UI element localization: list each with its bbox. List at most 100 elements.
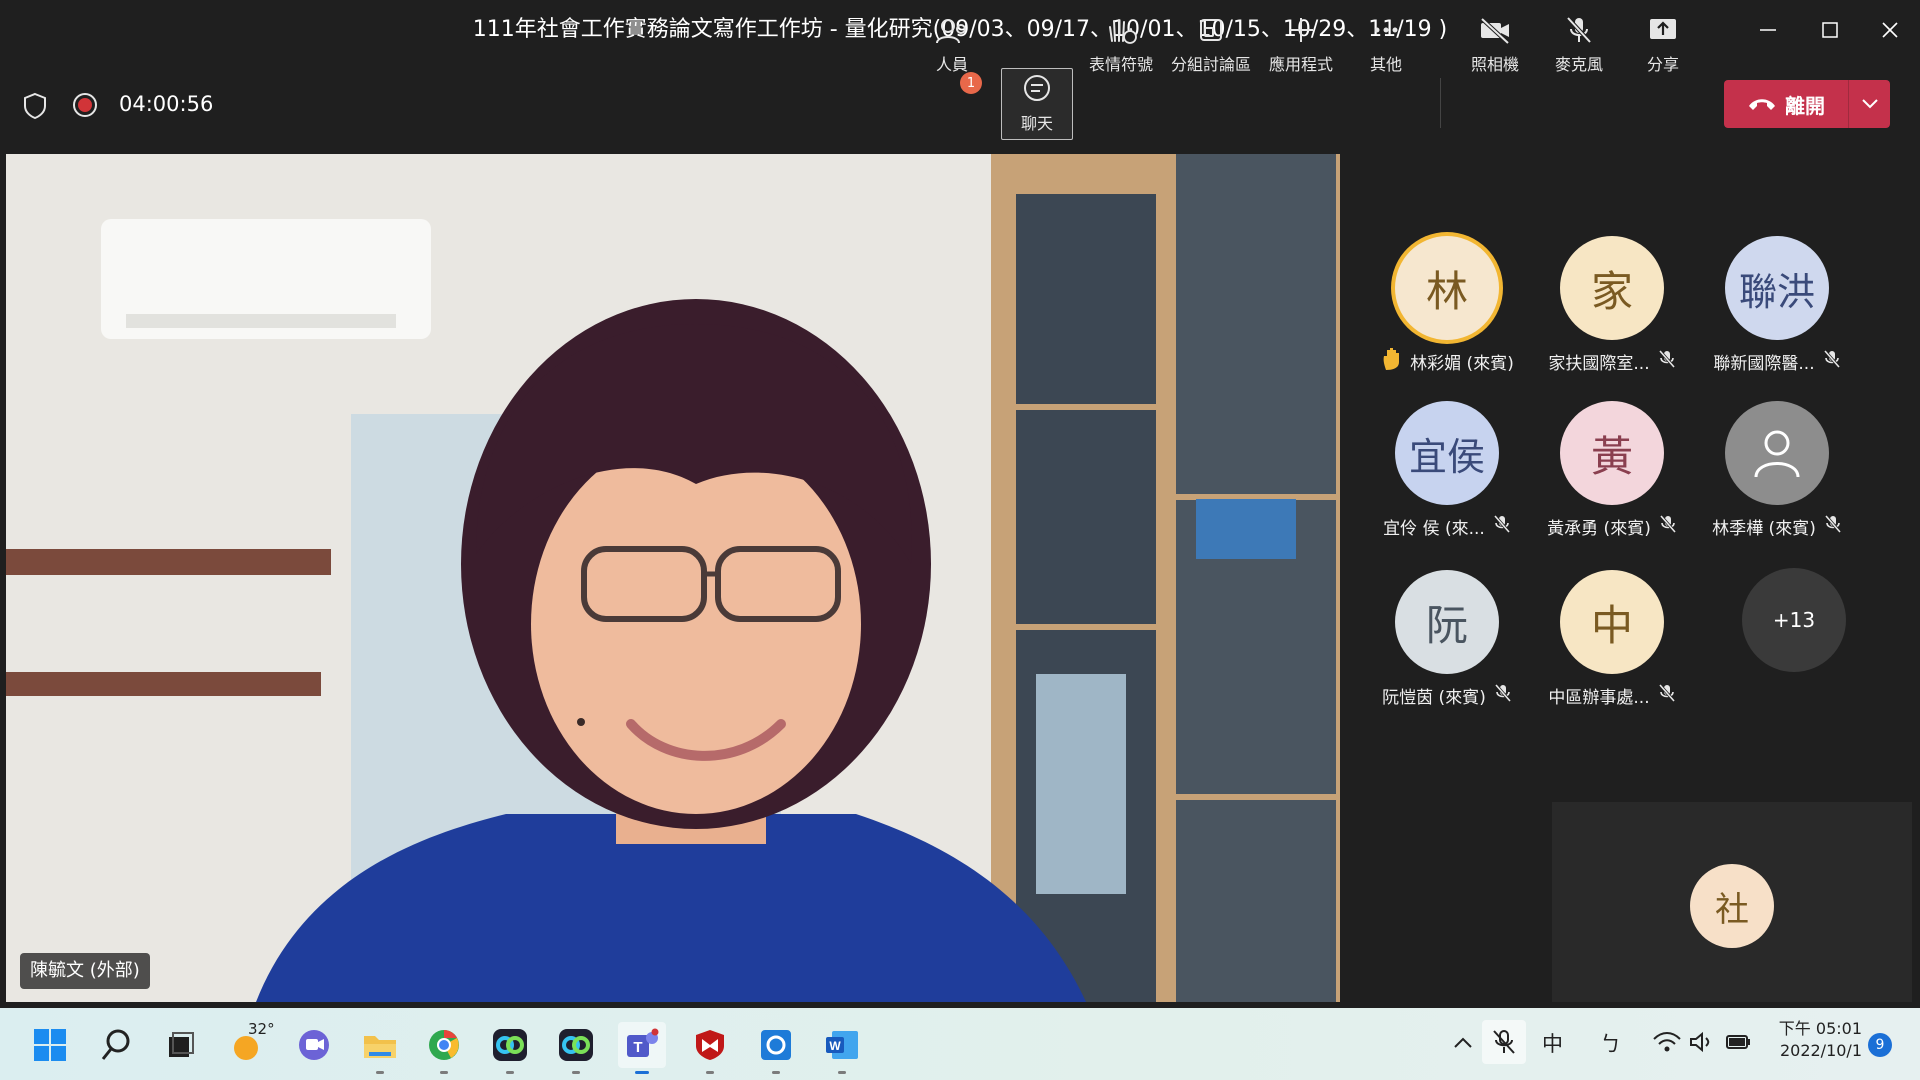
camera-label: 照相機 xyxy=(1470,55,1519,74)
participant-tile[interactable]: 中中區辦事處... xyxy=(1537,564,1687,714)
muted-mic-icon xyxy=(1659,514,1677,539)
muted-mic-icon xyxy=(1494,683,1512,708)
word-icon: W xyxy=(826,1031,858,1059)
speaker-name-label: 陳毓文 (外部) xyxy=(20,953,150,989)
chevron-up-icon xyxy=(1454,1037,1472,1048)
show-hidden-icons-button[interactable] xyxy=(1452,1034,1474,1054)
participant-name-row: 家扶國際室... xyxy=(1537,348,1687,374)
volume-icon[interactable] xyxy=(1688,1030,1714,1058)
teams-app[interactable]: T xyxy=(618,1022,666,1074)
microphone-off-icon xyxy=(1566,16,1592,44)
muted-mic-icon xyxy=(1823,349,1841,374)
mcafee-shield-icon xyxy=(696,1030,724,1060)
toolbar-divider xyxy=(1440,78,1441,128)
chrome-app[interactable] xyxy=(420,1022,468,1074)
microphone-label: 麥克風 xyxy=(1554,55,1603,74)
more-button[interactable]: 其他 xyxy=(1354,10,1418,80)
participant-name: 黃承勇 (來賓) xyxy=(1547,518,1651,539)
camera-off-icon xyxy=(1480,17,1510,45)
taskbar-clock[interactable]: 下午 05:01 2022/10/1 xyxy=(1762,1018,1862,1062)
participant-name-row: 林季樺 (來賓) xyxy=(1702,513,1852,539)
participant-tile[interactable]: 宜侯 宜伶 侯 (來... xyxy=(1372,395,1522,545)
participant-tile[interactable]: 黃黃承勇 (來賓) xyxy=(1537,395,1687,545)
start-button[interactable] xyxy=(26,1022,74,1068)
search-button[interactable] xyxy=(92,1022,140,1068)
microphone-button[interactable]: 麥克風 xyxy=(1546,10,1612,80)
chat-button[interactable]: 聊天 xyxy=(1001,68,1073,140)
running-indicator xyxy=(572,1071,580,1074)
participant-tile[interactable]: 阮阮愷茵 (來賓) xyxy=(1372,564,1522,714)
chat-label: 聊天 xyxy=(1020,114,1053,133)
close-icon xyxy=(1882,22,1898,38)
apps-button[interactable]: 應用程式 xyxy=(1262,10,1340,80)
running-indicator xyxy=(706,1071,714,1074)
notification-badge[interactable]: 9 xyxy=(1868,1033,1892,1057)
settings-app[interactable] xyxy=(752,1022,800,1074)
participant-name-row: 林彩媚 (來賓) xyxy=(1372,346,1522,377)
leave-button-group: 離開 xyxy=(1724,80,1890,128)
running-indicator xyxy=(440,1071,448,1074)
leave-label: 離開 xyxy=(1785,93,1825,118)
muted-mic-icon xyxy=(1824,514,1842,539)
share-button[interactable]: 分享 xyxy=(1630,10,1696,80)
reactions-button[interactable]: 表情符號 xyxy=(1082,10,1160,80)
ime-mode-indicator[interactable]: ㄅ xyxy=(1600,1028,1621,1058)
reactions-label: 表情符號 xyxy=(1088,55,1153,74)
mcafee-app[interactable] xyxy=(686,1022,734,1074)
more-participants-button[interactable]: +13 xyxy=(1742,568,1846,672)
leave-button[interactable]: 離開 xyxy=(1724,80,1848,128)
file-explorer-app[interactable] xyxy=(356,1022,404,1074)
participant-tile[interactable]: 聯洪聯新國際醫... xyxy=(1702,230,1852,380)
self-avatar: 社 xyxy=(1690,864,1774,948)
clock-date: 2022/10/1 xyxy=(1779,1041,1862,1060)
people-label: 人員 xyxy=(935,55,968,74)
running-indicator xyxy=(376,1071,384,1074)
teams-icon: T xyxy=(627,1028,659,1057)
battery-icon[interactable] xyxy=(1724,1030,1754,1058)
participant-avatar: 阮 xyxy=(1395,570,1499,674)
breakout-rooms-button[interactable]: 分組討論區 xyxy=(1168,10,1254,80)
participant-name: 聯新國際醫... xyxy=(1713,353,1815,374)
tray-mic-muted[interactable] xyxy=(1482,1020,1526,1064)
leave-options-button[interactable] xyxy=(1848,80,1891,128)
chat-icon xyxy=(1024,75,1050,101)
webex-app-2[interactable] xyxy=(552,1022,600,1074)
participant-name: 家扶國際室... xyxy=(1548,353,1650,374)
ime-indicator[interactable]: 中 xyxy=(1542,1028,1563,1058)
task-view-button[interactable] xyxy=(156,1022,204,1068)
svg-text:W: W xyxy=(829,1039,841,1053)
close-button[interactable] xyxy=(1860,0,1920,60)
participant-name-row: 阮愷茵 (來賓) xyxy=(1372,682,1522,708)
participant-tile[interactable]: 林季樺 (來賓) xyxy=(1702,395,1852,545)
chevron-down-icon xyxy=(1862,99,1878,109)
participant-avatar: 聯洪 xyxy=(1725,236,1829,340)
camera-button[interactable]: 照相機 xyxy=(1462,10,1528,80)
svg-text:T: T xyxy=(633,1039,642,1056)
maximize-icon xyxy=(1822,22,1838,38)
participant-tile[interactable]: 林林彩媚 (來賓) xyxy=(1372,230,1522,380)
participant-name: 宜伶 侯 (來... xyxy=(1383,518,1485,539)
webex-icon xyxy=(559,1029,593,1061)
breakout-rooms-icon xyxy=(1200,19,1222,41)
shield-icon[interactable] xyxy=(22,92,48,124)
chat-app-icon xyxy=(299,1030,329,1060)
raised-hand-icon xyxy=(1380,346,1404,377)
windows-logo-icon xyxy=(34,1029,66,1061)
wifi-icon[interactable] xyxy=(1652,1030,1682,1058)
participant-tile[interactable]: 家家扶國際室... xyxy=(1537,230,1687,380)
webex-app-1[interactable] xyxy=(486,1022,534,1074)
windows-taskbar xyxy=(0,1008,1920,1080)
apps-label: 應用程式 xyxy=(1268,55,1333,74)
people-button[interactable]: 人員 xyxy=(920,10,984,80)
teams-chat-app[interactable] xyxy=(290,1022,338,1068)
meeting-timer: 04:00:56 xyxy=(119,92,214,116)
speaker-video-frame xyxy=(6,154,1340,1002)
webex-icon xyxy=(493,1029,527,1061)
participant-name-row: 聯新國際醫... xyxy=(1702,348,1852,374)
app-icon xyxy=(761,1030,791,1060)
maximize-button[interactable] xyxy=(1800,0,1860,60)
minimize-button[interactable] xyxy=(1738,0,1798,60)
participant-name-row: 中區辦事處... xyxy=(1537,682,1687,708)
search-icon xyxy=(101,1029,130,1060)
word-app[interactable]: W xyxy=(818,1022,866,1074)
